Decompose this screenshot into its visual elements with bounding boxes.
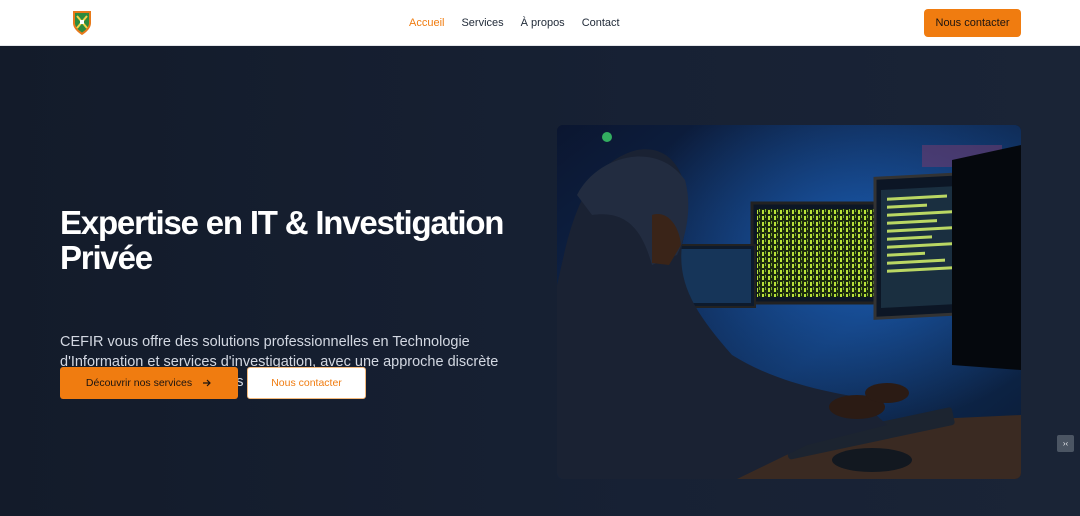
hero-section: Expertise en IT & Investigation Privée C… — [0, 46, 1080, 516]
hero-title: Expertise en IT & Investigation Privée — [60, 204, 504, 276]
site-header: Accueil Services À propos Contact Nous c… — [0, 0, 1080, 46]
header-contact-button[interactable]: Nous contacter — [924, 9, 1021, 37]
hero-contact-button[interactable]: Nous contacter — [247, 367, 366, 399]
discover-services-label: Découvrir nos services — [85, 377, 193, 389]
hero-image — [557, 125, 1021, 479]
code-icon[interactable]: ›‹ — [1057, 435, 1074, 452]
hooded-hacker-at-computers-photo — [557, 125, 1021, 479]
main-nav: Accueil Services À propos Contact — [409, 0, 620, 46]
nav-link-services[interactable]: Services — [461, 17, 503, 29]
nav-link-contact[interactable]: Contact — [582, 17, 620, 29]
arrow-right-icon — [203, 379, 211, 387]
discover-services-button[interactable]: Découvrir nos services — [60, 367, 238, 399]
nav-link-a-propos[interactable]: À propos — [521, 17, 565, 29]
nav-link-accueil[interactable]: Accueil — [409, 17, 444, 29]
shield-logo-icon[interactable] — [72, 10, 92, 36]
